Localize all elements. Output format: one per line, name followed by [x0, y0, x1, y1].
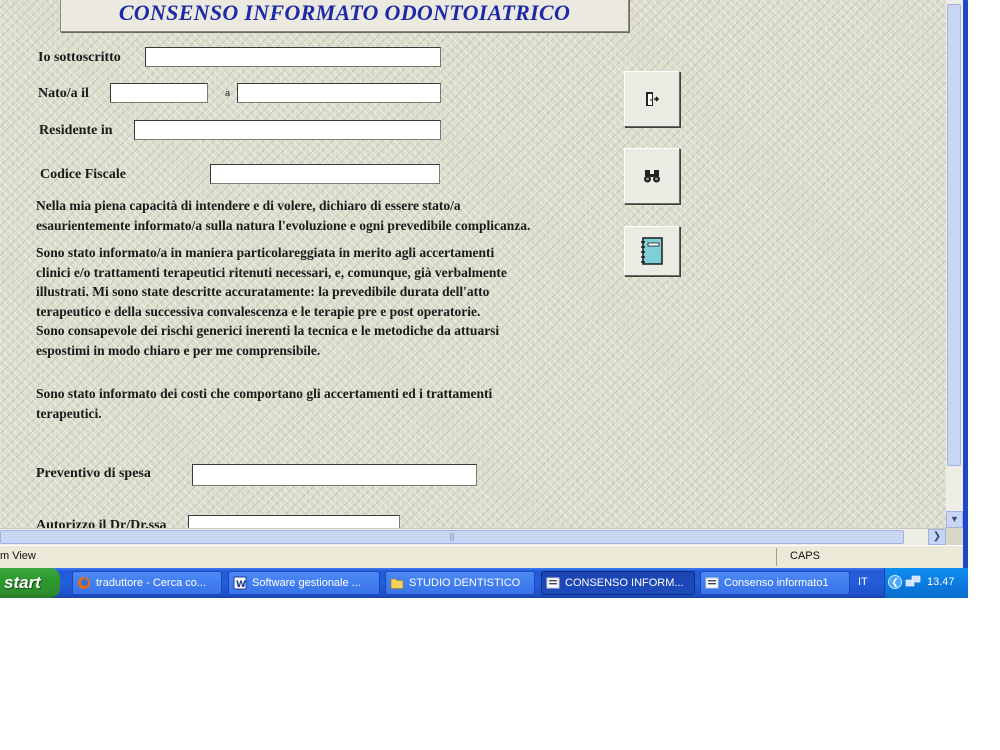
window-frame-edge: [963, 0, 968, 568]
clock[interactable]: 13.47: [927, 576, 955, 588]
taskbar-item-label: Consenso informato1: [724, 577, 829, 589]
vertical-scrollbar[interactable]: ▼: [946, 0, 963, 528]
nato-label: Nato/a il: [38, 86, 89, 101]
autorizzo-label: Autorizzo il Dr/Dr.ssa: [36, 518, 167, 528]
form-title-box: CONSENSO INFORMATO ODONTOIATRICO: [60, 0, 629, 32]
binoculars-icon: [644, 170, 660, 183]
horizontal-scroll-thumb[interactable]: |||: [0, 530, 904, 544]
paragraph-line: esaurientemente informato/a sulla natura…: [36, 217, 531, 233]
taskbar-item-label: Software gestionale ...: [252, 577, 361, 589]
taskbar-item-label: CONSENSO INFORM...: [565, 577, 684, 589]
desktop-screen: CONSENSO INFORMATO ODONTOIATRICO Io sott…: [0, 0, 968, 598]
start-button[interactable]: start: [0, 568, 60, 598]
tray-expand-icon[interactable]: ❮: [888, 575, 902, 589]
scroll-right-icon[interactable]: ❯: [928, 529, 946, 545]
consent-form: CONSENSO INFORMATO ODONTOIATRICO Io sott…: [0, 0, 946, 528]
birth-place-a-label: a: [225, 88, 231, 98]
residence-input[interactable]: [134, 120, 441, 140]
sottoscritto-input[interactable]: [145, 47, 441, 67]
horizontal-scrollbar[interactable]: ||| ❯: [0, 528, 946, 545]
paragraph-line: Sono stato informato/a in maniera partic…: [36, 245, 495, 260]
paragraph-line: terapeutici.: [36, 405, 102, 421]
taskbar-item-consenso-active[interactable]: CONSENSO INFORM...: [541, 571, 695, 595]
caps-indicator: CAPS: [790, 550, 820, 562]
taskbar-item-consenso1[interactable]: Consenso informato1: [700, 571, 850, 595]
network-icon[interactable]: [905, 575, 921, 592]
paragraph-line: illustrati. Mi sono state descritte accu…: [36, 284, 490, 299]
paragraph-costs: Sono stato informato dei costi che compo…: [36, 384, 492, 423]
status-view-text: m View: [0, 550, 36, 562]
paragraph-capacity: Nella mia piena capacità di intendere e …: [36, 196, 530, 235]
language-indicator[interactable]: IT: [858, 576, 868, 588]
system-tray: ❮ 13.47: [884, 568, 968, 598]
vertical-scroll-thumb[interactable]: [947, 4, 961, 466]
paragraph-informed: Sono stato informato/a in maniera partic…: [36, 243, 507, 360]
preventivo-input[interactable]: [192, 464, 477, 486]
paragraph-line: Sono stato informato dei costi che compo…: [36, 386, 493, 401]
scroll-down-icon[interactable]: ▼: [946, 511, 963, 528]
taskbar-item-word[interactable]: W Software gestionale ...: [228, 571, 380, 595]
status-bar: m View CAPS: [0, 545, 963, 568]
birth-place-input[interactable]: [237, 83, 441, 103]
residente-label: Residente in: [39, 123, 113, 138]
exit-button[interactable]: [624, 71, 680, 127]
sottoscritto-label: Io sottoscritto: [38, 50, 121, 65]
exit-door-icon: [646, 92, 660, 106]
taskbar-item-label: STUDIO DENTISTICO: [409, 577, 521, 589]
birth-date-input[interactable]: [110, 83, 208, 103]
status-separator: [776, 548, 777, 566]
taskbar-item-firefox[interactable]: traduttore - Cerca co...: [72, 571, 222, 595]
doctor-input[interactable]: [188, 515, 400, 528]
codice-fiscale-label: Codice Fiscale: [40, 167, 126, 182]
folder-icon: [390, 576, 404, 590]
paragraph-line: terapeutico e della successiva convalesc…: [36, 303, 481, 319]
paragraph-line: Nella mia piena capacità di intendere e …: [36, 198, 461, 213]
form-icon: [705, 576, 719, 590]
start-label: start: [4, 573, 41, 592]
svg-text:W: W: [236, 580, 246, 590]
taskbar-item-folder[interactable]: STUDIO DENTISTICO: [385, 571, 535, 595]
paragraph-line: espostimi in modo chiaro e per me compre…: [36, 342, 321, 358]
word-icon: W: [233, 576, 247, 590]
paragraph-line: clinici e/o trattamenti terapeutici rite…: [36, 264, 507, 280]
taskbar: start traduttore - Cerca co... W Softwar…: [0, 568, 968, 598]
notebook-icon: [641, 237, 663, 265]
notebook-button[interactable]: [624, 226, 680, 276]
taskbar-item-label: traduttore - Cerca co...: [96, 577, 207, 589]
codice-fiscale-input[interactable]: [210, 164, 440, 184]
form-icon: [546, 576, 560, 590]
form-title: CONSENSO INFORMATO ODONTOIATRICO: [118, 0, 571, 25]
search-button[interactable]: [624, 148, 680, 204]
firefox-icon: [77, 576, 91, 590]
preventivo-label: Preventivo di spesa: [36, 466, 151, 481]
paragraph-line: Sono consapevole dei rischi generici ine…: [36, 323, 500, 338]
